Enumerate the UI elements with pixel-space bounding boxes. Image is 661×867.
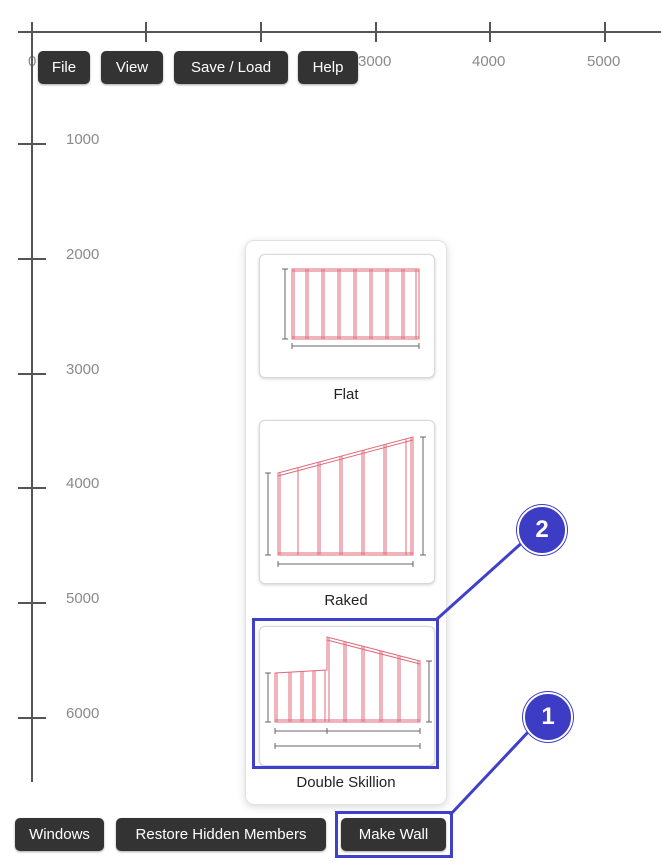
step-badge-1: 1 <box>523 692 573 742</box>
wall-option-flat[interactable] <box>259 254 435 378</box>
save-load-button[interactable]: Save / Load <box>174 51 288 84</box>
vertical-ruler-labels: 1000 2000 3000 4000 5000 6000 <box>66 131 99 722</box>
wall-option-double-skillion-label: Double Skillion <box>296 774 396 791</box>
vertical-ruler <box>18 22 46 782</box>
restore-hidden-members-button[interactable]: Restore Hidden Members <box>116 818 326 851</box>
ruler-label-y6000: 6000 <box>66 705 99 722</box>
ruler-label-y2000: 2000 <box>66 246 99 263</box>
flat-wall-icon <box>282 268 420 349</box>
ruler-label-y3000: 3000 <box>66 361 99 378</box>
view-menu-button[interactable]: View <box>101 51 163 84</box>
horizontal-ruler <box>18 22 661 42</box>
step-badge-2: 2 <box>517 505 567 555</box>
ruler-label-x4000: 4000 <box>472 53 505 70</box>
ruler-label-x3000: 3000 <box>358 53 391 70</box>
ruler-label-y5000: 5000 <box>66 590 99 607</box>
wall-option-flat-label: Flat <box>333 386 359 403</box>
raked-wall-icon <box>265 436 426 567</box>
double-skillion-highlight <box>252 618 439 769</box>
windows-button[interactable]: Windows <box>15 818 104 851</box>
wall-option-raked-label: Raked <box>324 592 368 609</box>
file-menu-button[interactable]: File <box>38 51 90 84</box>
ruler-label-x5000: 5000 <box>587 53 620 70</box>
help-button[interactable]: Help <box>298 51 358 84</box>
ruler-label-y1000: 1000 <box>66 131 99 148</box>
make-wall-highlight <box>335 811 453 858</box>
wall-option-raked[interactable] <box>259 420 435 584</box>
ruler-label-y4000: 4000 <box>66 475 99 492</box>
